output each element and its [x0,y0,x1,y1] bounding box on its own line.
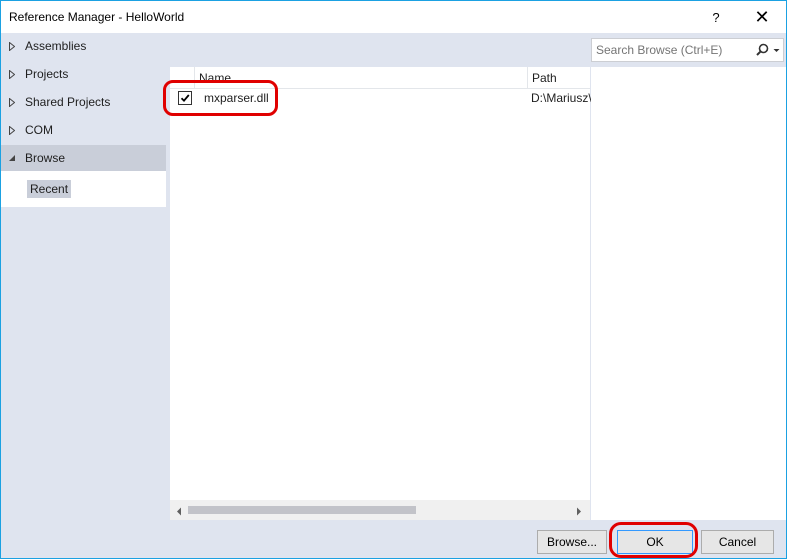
scroll-right-icon[interactable] [576,505,582,519]
nav-item-shared-projects[interactable]: Shared Projects [1,89,166,115]
search-input[interactable] [596,42,746,58]
browse-subpanel: Recent [1,171,166,207]
nav-item-projects[interactable]: Projects [1,61,166,87]
expand-arrow-icon [8,41,16,51]
expand-arrow-icon [8,125,16,135]
nav-item-label: Assemblies [25,39,87,53]
scroll-left-icon[interactable] [176,505,182,519]
scrollbar-thumb[interactable] [188,506,416,514]
close-button[interactable]: ✕ [747,4,777,30]
collapse-arrow-icon [8,153,16,163]
annotation-highlight-ok [609,522,698,558]
file-path-cell: D:\Mariusz\ [531,91,592,105]
details-panel [591,67,786,520]
expand-arrow-icon [8,97,16,107]
cancel-button[interactable]: Cancel [701,530,774,554]
nav-subitem-recent[interactable]: Recent [27,180,72,198]
window-title: Reference Manager - HelloWorld [9,10,185,24]
column-header-label: Path [532,71,557,85]
search-options-dropdown-icon[interactable] [773,43,780,59]
nav-item-assemblies[interactable]: Assemblies [1,33,166,59]
reference-list: Name Path mxparser.dll D:\Mariusz\ [170,67,592,520]
search-icon[interactable] [756,43,769,59]
nav-item-browse[interactable]: Browse [1,145,166,171]
close-icon: ✕ [754,6,770,27]
help-button[interactable]: ? [701,4,731,30]
nav-item-label: COM [25,123,53,137]
nav-item-label: Projects [25,67,69,81]
expand-arrow-icon [8,69,16,79]
reference-manager-dialog: Reference Manager - HelloWorld ? ✕ Assem… [0,0,787,559]
annotation-highlight-file [163,80,278,116]
title-bar: Reference Manager - HelloWorld ? ✕ [1,1,786,33]
help-icon: ? [712,9,720,25]
browse-button[interactable]: Browse... [537,530,607,554]
nav-item-label: Shared Projects [25,95,111,109]
nav-item-label: Browse [25,151,66,165]
column-header-path[interactable]: Path [528,67,590,89]
nav-item-com[interactable]: COM [1,117,166,143]
horizontal-scrollbar[interactable] [170,500,590,520]
search-box [591,38,784,62]
